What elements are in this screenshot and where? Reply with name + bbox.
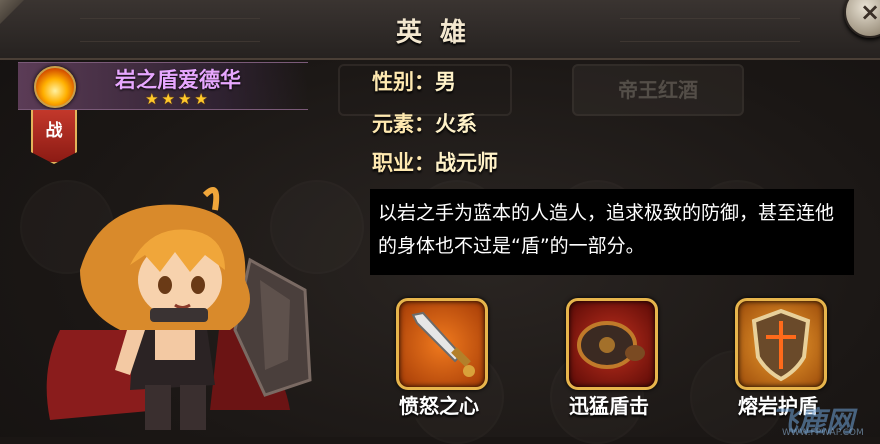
sword-icon xyxy=(411,311,475,377)
element-row: 元素：火系 xyxy=(372,108,477,138)
fire-element-icon xyxy=(34,66,76,108)
element-value: 火系 xyxy=(435,112,477,136)
hero-portrait xyxy=(46,187,312,430)
job-row: 职业：战元师 xyxy=(372,147,498,177)
job-value: 战元师 xyxy=(435,151,498,175)
skill-button-1[interactable] xyxy=(396,298,488,390)
description-box: 以岩之手为蓝本的人造人，追求极致的防御，甚至连他的身体也不过是“盾”的一部分。 xyxy=(370,189,854,275)
skill-button-2[interactable] xyxy=(566,298,658,390)
hero-description: 以岩之手为蓝本的人造人，追求极致的防御，甚至连他的身体也不过是“盾”的一部分。 xyxy=(378,202,835,257)
lava-shield-icon xyxy=(751,308,811,382)
skill-name-1: 愤怒之心 xyxy=(399,394,479,418)
background-button: 帝王红酒 xyxy=(572,64,744,116)
hero-stars: ★★★★ xyxy=(145,90,211,108)
gender-row: 性别：男 xyxy=(372,66,456,96)
title-bar: 英雄 xyxy=(0,0,880,60)
window-title: 英雄 xyxy=(395,18,484,48)
element-label: 元素： xyxy=(372,112,435,136)
hero-detail-panel: 英雄 × 帝王红酒 岩之盾爱德华 ★★★★ 战 性别：男 元素：火系 职业：战元… xyxy=(0,0,880,444)
job-label: 职业： xyxy=(372,151,435,175)
shield-bash-icon xyxy=(577,321,645,369)
skill-button-3[interactable] xyxy=(735,298,827,390)
gender-label: 性别： xyxy=(372,70,435,94)
gender-value: 男 xyxy=(435,70,456,94)
class-badge: 战 xyxy=(31,110,77,164)
skill-name-2: 迅猛盾击 xyxy=(569,394,649,418)
